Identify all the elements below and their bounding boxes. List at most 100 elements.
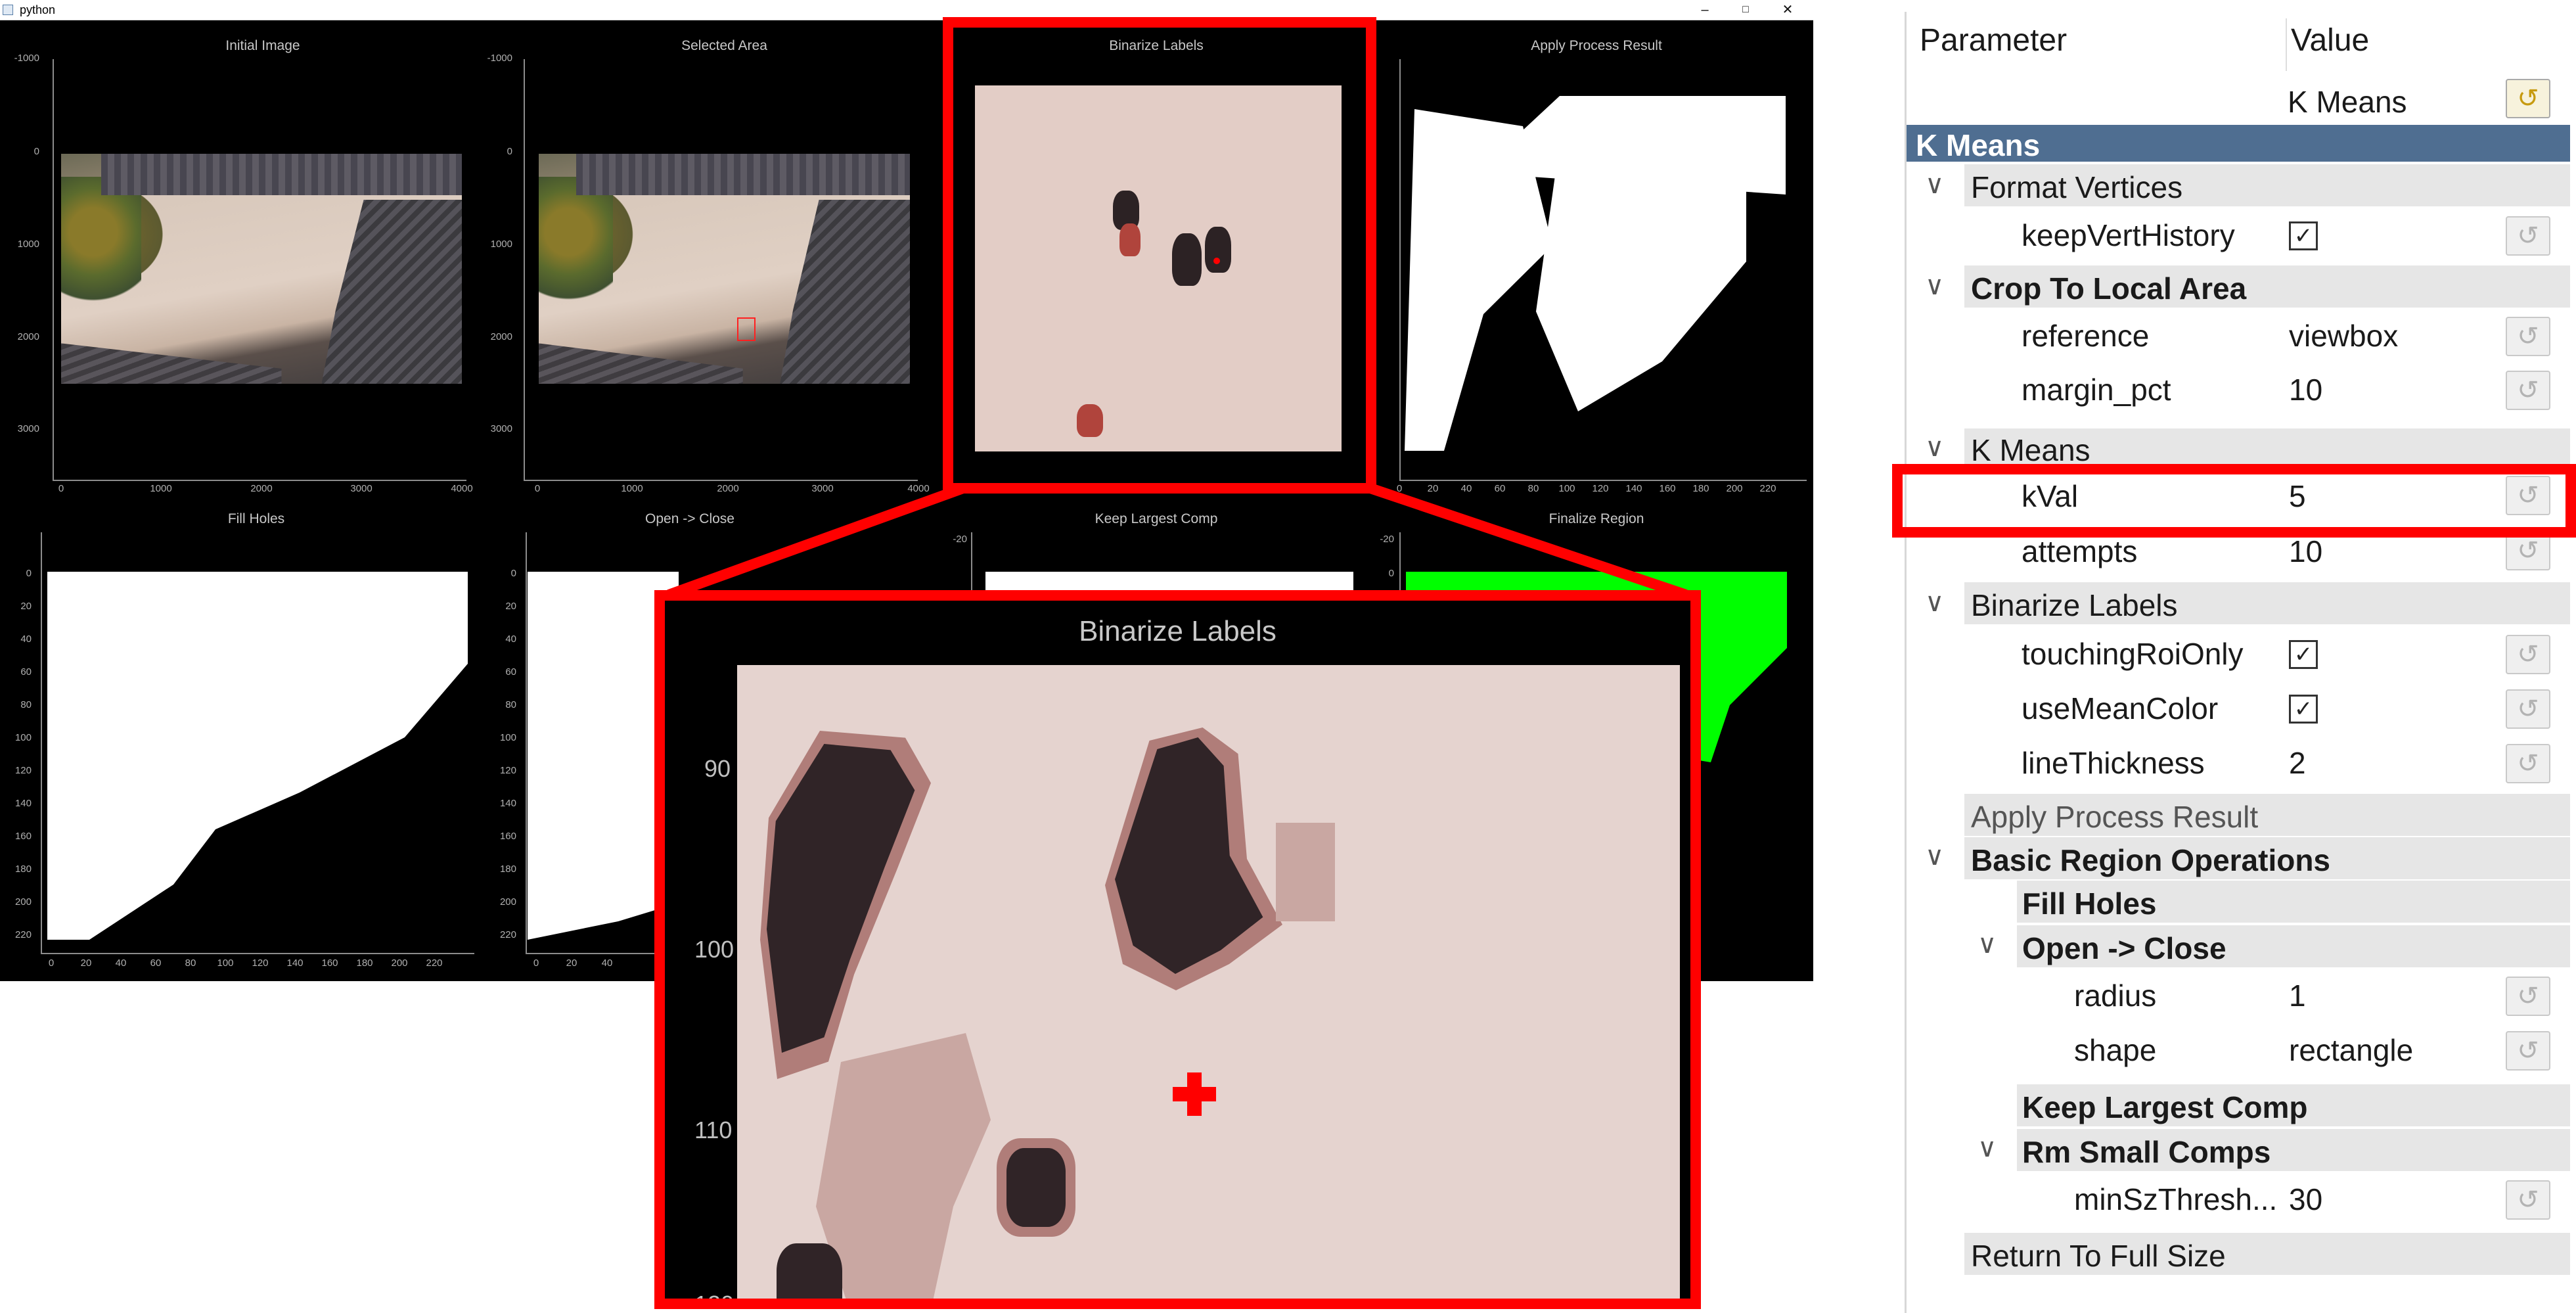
x-tick: 0 (48, 957, 55, 969)
y-tick: 3000 (490, 423, 512, 434)
group-format-vertices[interactable]: Format Vertices (1964, 164, 2570, 206)
top-value-row: K Means ↺ (1907, 78, 2570, 124)
seed-plus-marker (1187, 1072, 1202, 1116)
reset-icon[interactable]: ↺ (2506, 216, 2550, 256)
group-keep-largest-comp[interactable]: Keep Largest Comp (2017, 1084, 2570, 1126)
param-label: shape (2074, 1033, 2157, 1067)
column-header-parameter[interactable]: Parameter (1920, 22, 2067, 58)
mask-blob (1536, 162, 1746, 411)
param-radius: radius 1 ↺ (1907, 973, 2570, 1019)
group-basic-region-operations[interactable]: Basic Region Operations (1964, 837, 2570, 879)
chevron-down-icon[interactable]: ∨ (1925, 841, 1944, 871)
x-axis (41, 953, 474, 954)
group-return-to-full-size[interactable]: Return To Full Size (1964, 1233, 2570, 1275)
attempts-value[interactable]: 10 (2289, 534, 2322, 569)
x-axis (53, 480, 466, 481)
panel-selected-area[interactable]: Selected Area -1000 0 1000 2000 3000 0 1… (466, 20, 930, 494)
keepverthistory-checkbox[interactable]: ✓ (2289, 221, 2318, 250)
x-tick: 2000 (250, 483, 273, 494)
reference-value[interactable]: viewbox (2289, 318, 2398, 354)
mask-blob (47, 572, 468, 940)
param-label: margin_pct (2022, 373, 2171, 407)
radius-value[interactable]: 1 (2289, 978, 2306, 1013)
y-tick: 220 (14, 929, 32, 940)
param-minszthresh: minSzThresh... 30 ↺ (1907, 1176, 2570, 1222)
section-bar-k-means[interactable]: K Means (1907, 125, 2570, 162)
chevron-down-icon[interactable]: ∨ (1977, 1133, 1997, 1163)
reset-icon[interactable]: ↺ (2506, 317, 2550, 356)
y-axis (53, 59, 54, 480)
param-label: keepVertHistory (2022, 218, 2235, 252)
tree-header: Parameter Value (1907, 18, 2570, 71)
y-axis (41, 532, 42, 953)
group-rm-small-comps[interactable]: Rm Small Comps (2017, 1129, 2570, 1171)
maximize-button[interactable]: □ (1723, 0, 1769, 20)
close-button[interactable]: ✕ (1765, 0, 1811, 20)
param-shape: shape rectangle ↺ (1907, 1027, 2570, 1073)
y-tick: 3000 (17, 423, 39, 434)
top-value[interactable]: K Means (2288, 84, 2407, 120)
y-tick: -1000 (487, 53, 512, 64)
group-crop-to-local-area[interactable]: Crop To Local Area (1964, 265, 2570, 308)
zoom-y-tick: 90 (704, 755, 731, 782)
roi-marker[interactable] (737, 317, 756, 341)
group-apply-process-result[interactable]: Apply Process Result (1964, 794, 2570, 836)
reset-icon[interactable]: ↺ (2506, 1180, 2550, 1220)
group-label: K Means (1971, 433, 2090, 467)
y-tick: 100 (14, 732, 32, 743)
y-tick: 20 (20, 601, 32, 612)
reset-icon[interactable]: ↺ (2506, 689, 2550, 729)
reset-icon[interactable]: ↺ (2506, 635, 2550, 674)
param-label: lineThickness (2022, 746, 2205, 780)
group-fill-holes[interactable]: Fill Holes (2017, 881, 2570, 923)
chevron-down-icon[interactable]: ∨ (1925, 271, 1944, 301)
reset-icon[interactable]: ↺ (2506, 79, 2550, 118)
shape-value[interactable]: rectangle (2289, 1032, 2413, 1068)
section-title: K Means (1916, 128, 2041, 162)
y-tick: 120 (499, 765, 516, 776)
panel-fill-holes[interactable]: Fill Holes 0 20 40 60 80 100 120 140 160… (0, 494, 480, 980)
param-keepverthistory: keepVertHistory ✓ ↺ (1907, 212, 2570, 258)
panel-apply-process-result[interactable]: Apply Process Result 0 20 40 60 80 100 1… (1380, 20, 1813, 494)
chevron-down-icon[interactable]: ∨ (1925, 587, 1944, 618)
touchingroionly-checkbox[interactable]: ✓ (2289, 640, 2318, 669)
y-tick: 40 (505, 633, 516, 645)
param-usemeancolor: useMeanColor ✓ ↺ (1907, 685, 2570, 731)
linethickness-value[interactable]: 2 (2289, 745, 2306, 781)
reset-icon[interactable]: ↺ (2506, 1031, 2550, 1071)
dark-region (777, 1243, 842, 1299)
y-tick: 160 (14, 831, 32, 842)
binarize-panel-highlight (943, 17, 1376, 494)
y-tick: 2000 (490, 331, 512, 342)
group-label: Keep Largest Comp (2022, 1090, 2308, 1124)
usemeancolor-checkbox[interactable]: ✓ (2289, 695, 2318, 724)
chevron-down-icon[interactable]: ∨ (1925, 170, 1944, 200)
chevron-down-icon[interactable]: ∨ (1977, 929, 1997, 959)
x-tick: 200 (391, 957, 408, 969)
zoom-y-tick: 110 (694, 1117, 733, 1143)
zoom-title: Binarize Labels (1079, 615, 1277, 647)
panel-open-close[interactable]: Open -> Close 0 20 40 60 80 100 120 140 … (480, 494, 734, 980)
group-binarize-labels[interactable]: Binarize Labels (1964, 582, 2570, 624)
window-title: python (20, 3, 56, 16)
group-open-close[interactable]: Open -> Close (2017, 925, 2570, 967)
group-label: Open -> Close (2022, 931, 2226, 965)
margin-pct-value[interactable]: 10 (2289, 372, 2322, 407)
group-label: Crop To Local Area (1971, 271, 2247, 306)
python-app-icon (3, 5, 13, 15)
reset-icon[interactable]: ↺ (2506, 977, 2550, 1016)
y-tick: 220 (499, 929, 516, 940)
group-label: Basic Region Operations (1971, 843, 2331, 877)
panel-initial-image[interactable]: Initial Image -1000 0 1000 2000 3000 0 1… (0, 20, 473, 494)
minszthresh-value[interactable]: 30 (2289, 1182, 2322, 1217)
chevron-down-icon[interactable]: ∨ (1925, 432, 1944, 463)
x-tick: 140 (286, 957, 304, 969)
group-k-means[interactable]: K Means (1964, 428, 2570, 468)
minimize-button[interactable]: – (1682, 0, 1728, 20)
y-tick: 140 (499, 798, 516, 809)
mid-tone-region (1276, 823, 1335, 921)
reset-icon[interactable]: ↺ (2506, 744, 2550, 783)
courtyard-photo (539, 154, 910, 384)
reset-icon[interactable]: ↺ (2506, 371, 2550, 410)
column-header-value[interactable]: Value (2291, 22, 2369, 58)
